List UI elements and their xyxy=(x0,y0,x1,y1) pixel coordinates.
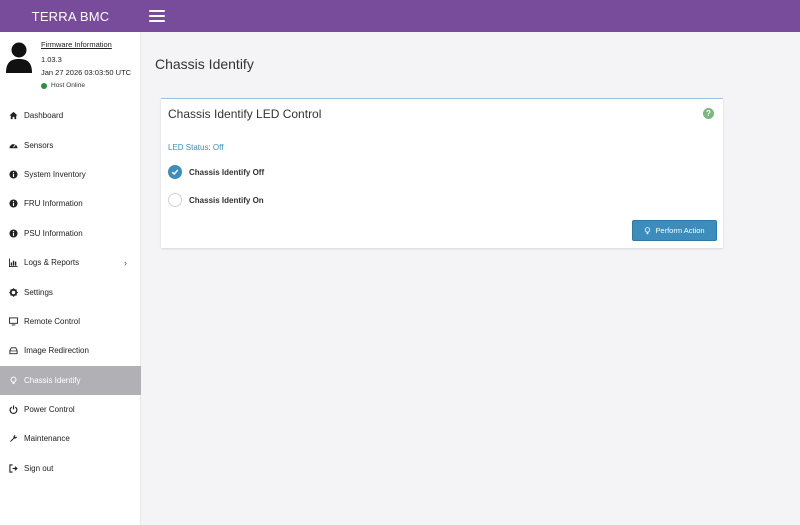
radio-chassis-identify-on[interactable]: Chassis Identify On xyxy=(168,193,264,207)
sidebar-item-power-control[interactable]: Power Control xyxy=(0,395,141,424)
brand-logo[interactable]: TERRA BMC xyxy=(0,9,141,24)
perform-action-label: Perform Action xyxy=(655,226,705,235)
sidebar-item-dashboard[interactable]: Dashboard xyxy=(0,101,141,130)
sidebar-item-maintenance[interactable]: Maintenance xyxy=(0,424,141,453)
firmware-version: 1.03.3 xyxy=(41,55,62,64)
status-dot-icon xyxy=(41,82,47,89)
led-status-text: LED Status: Off xyxy=(168,143,224,152)
bar-chart-icon xyxy=(8,257,19,268)
info-icon xyxy=(8,169,19,180)
monitor-icon xyxy=(8,316,19,327)
sidebar-item-label: Dashboard xyxy=(24,111,64,121)
user-panel: Firmware Information 1.03.3 Jan 27 2026 … xyxy=(0,32,140,98)
gear-icon xyxy=(8,287,19,298)
sidebar-item-psu-information[interactable]: PSU Information xyxy=(0,219,141,248)
sidebar-item-system-inventory[interactable]: System Inventory xyxy=(0,160,141,189)
sidebar-item-label: Sign out xyxy=(24,463,54,473)
sidebar: Firmware Information 1.03.3 Jan 27 2026 … xyxy=(0,32,141,525)
radio-checked-icon[interactable] xyxy=(168,165,182,179)
sidebar-item-chassis-identify[interactable]: Chassis Identify xyxy=(0,365,141,395)
sidebar-item-label: FRU Information xyxy=(24,199,83,209)
sidebar-item-label: Power Control xyxy=(24,405,75,415)
sidebar-item-sensors[interactable]: Sensors xyxy=(0,130,141,159)
sign-out-icon xyxy=(8,463,19,474)
sidebar-item-label: Image Redirection xyxy=(24,346,89,356)
radio-label: Chassis Identify On xyxy=(189,195,264,205)
info-icon xyxy=(8,228,19,239)
info-icon xyxy=(8,198,19,209)
help-icon[interactable]: ? xyxy=(703,108,714,119)
host-status: Host Online xyxy=(41,82,85,89)
perform-action-button[interactable]: Perform Action xyxy=(632,220,717,241)
sidebar-item-label: Remote Control xyxy=(24,316,81,326)
radio-label: Chassis Identify Off xyxy=(189,167,265,177)
sidebar-item-image-redirection[interactable]: Image Redirection xyxy=(0,336,141,365)
sidebar-item-logs-reports[interactable]: Logs & Reports › xyxy=(0,248,141,277)
sidebar-item-label: Chassis Identify xyxy=(24,375,81,385)
sidebar-item-label: Maintenance xyxy=(24,434,70,444)
led-control-card: Chassis Identify LED Control ? LED Statu… xyxy=(161,98,723,248)
wrench-icon xyxy=(8,433,19,444)
power-icon xyxy=(8,404,19,415)
sidebar-nav: Dashboard Sensors System Inventory FRU I… xyxy=(0,101,141,483)
gauge-icon xyxy=(8,140,19,151)
host-status-label: Host Online xyxy=(51,82,85,89)
sidebar-item-label: Logs & Reports xyxy=(24,258,80,268)
drive-icon xyxy=(8,345,19,356)
top-navbar: TERRA BMC xyxy=(0,0,800,32)
sidebar-item-settings[interactable]: Settings xyxy=(0,277,141,306)
user-avatar-icon xyxy=(6,42,32,73)
sidebar-item-fru-information[interactable]: FRU Information xyxy=(0,189,141,218)
radio-chassis-identify-off[interactable]: Chassis Identify Off xyxy=(168,165,264,179)
page-title: Chassis Identify xyxy=(155,56,254,72)
lightbulb-icon xyxy=(8,375,19,386)
firmware-date: Jan 27 2026 03:03:50 UTC xyxy=(41,68,132,77)
main-content: Chassis Identify Chassis Identify LED Co… xyxy=(141,32,800,525)
chevron-right-icon: › xyxy=(124,257,127,268)
radio-unchecked-icon[interactable] xyxy=(168,193,182,207)
hamburger-menu-icon[interactable] xyxy=(149,10,165,22)
lightbulb-icon xyxy=(645,226,651,234)
sidebar-item-label: Sensors xyxy=(24,140,54,150)
sidebar-item-label: Settings xyxy=(24,287,53,297)
sidebar-item-sign-out[interactable]: Sign out xyxy=(0,454,141,483)
home-icon xyxy=(8,110,19,121)
sidebar-item-remote-control[interactable]: Remote Control xyxy=(0,307,141,336)
card-title: Chassis Identify LED Control xyxy=(168,107,322,121)
sidebar-item-label: PSU Information xyxy=(24,228,83,238)
firmware-information-link[interactable]: Firmware Information xyxy=(41,40,112,49)
sidebar-item-label: System Inventory xyxy=(24,169,86,179)
